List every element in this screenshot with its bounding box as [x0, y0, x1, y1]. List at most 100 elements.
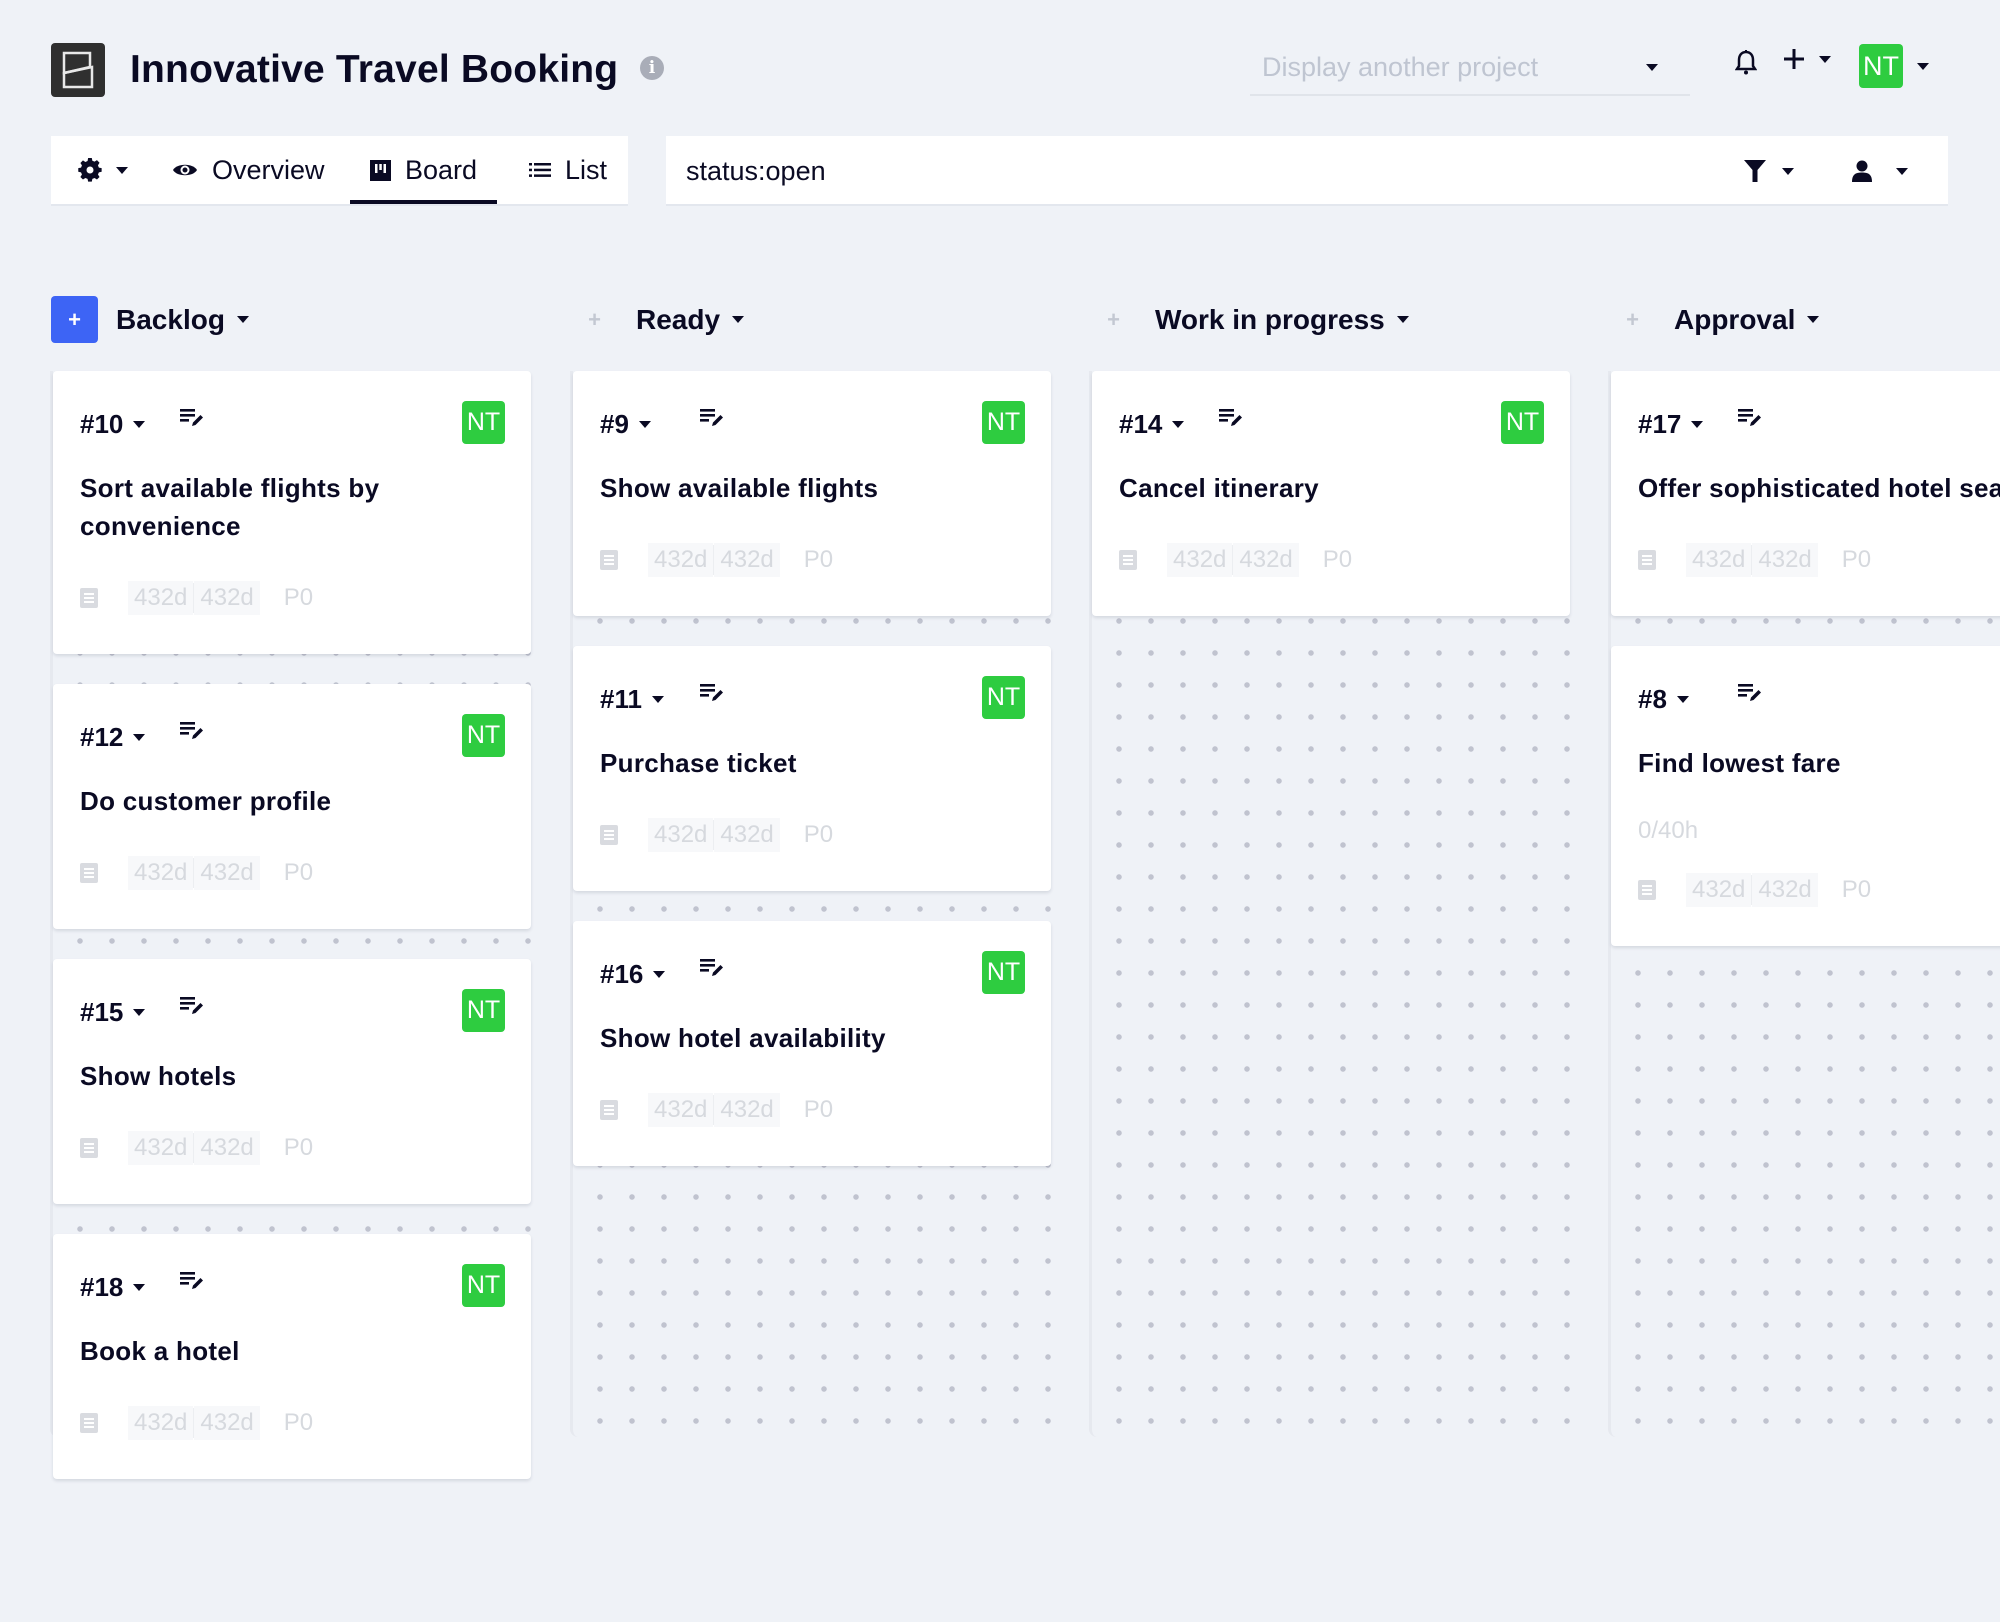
card-id: #12	[80, 722, 124, 752]
assignee-avatar[interactable]: NT	[982, 951, 1025, 994]
card-number[interactable]: #15	[80, 997, 146, 1028]
tab-board-label: Board	[405, 154, 478, 185]
story-card[interactable]: #15 NT Show hotels 432d 432d P0	[53, 959, 531, 1204]
card-number[interactable]: #8	[1638, 684, 1689, 715]
card-number[interactable]: #18	[80, 1272, 146, 1303]
tab-overview[interactable]: Overview	[172, 136, 325, 204]
edit-description-icon[interactable]	[1219, 409, 1243, 432]
project-select-placeholder: Display another project	[1262, 52, 1539, 82]
priority-label: P0	[283, 584, 314, 611]
document-icon	[80, 863, 98, 883]
app-logo[interactable]	[51, 43, 105, 97]
age-updated: 432d	[714, 543, 780, 577]
priority-label: P0	[803, 821, 834, 848]
assignee-avatar[interactable]: NT	[462, 989, 505, 1032]
edit-description-icon[interactable]	[180, 997, 204, 1020]
story-card[interactable]: #11 NT Purchase ticket 432d 432d P0	[573, 646, 1051, 891]
chevron-down-icon[interactable]	[732, 316, 745, 323]
age-updated: 432d	[194, 1406, 260, 1440]
project-select[interactable]: Display another project	[1250, 46, 1690, 96]
card-title[interactable]: Cancel itinerary	[1119, 469, 1510, 507]
story-card[interactable]: #18 NT Book a hotel 432d 432d P0	[53, 1234, 531, 1479]
tab-board[interactable]: Board	[350, 136, 498, 204]
edit-description-icon[interactable]	[180, 409, 204, 432]
age-updated: 432d	[714, 1093, 780, 1127]
tab-list[interactable]: List	[529, 136, 607, 204]
story-card[interactable]: #10 NT Sort available flights by convenien…	[53, 371, 531, 654]
card-title[interactable]: Show hotels	[80, 1057, 471, 1095]
column-title[interactable]: Work in progress	[1155, 304, 1385, 336]
card-number[interactable]: #9	[600, 409, 651, 440]
story-card[interactable]: #14 NT Cancel itinerary 432d 432d P0	[1092, 371, 1570, 616]
story-card[interactable]: #9 NT Show available flights 432d 432d P0	[573, 371, 1051, 616]
assignee-avatar[interactable]: NT	[1501, 401, 1544, 444]
notifications-button[interactable]	[1735, 50, 1757, 76]
add-card-button[interactable]: +	[1609, 296, 1656, 343]
document-icon	[600, 825, 618, 845]
card-title[interactable]: Find lowest fare	[1638, 744, 2000, 782]
user-icon	[1852, 160, 1872, 182]
card-number[interactable]: #14	[1119, 409, 1185, 440]
assignee-avatar[interactable]: NT	[462, 714, 505, 757]
tab-overview-label: Overview	[212, 154, 325, 185]
age-updated: 432d	[194, 856, 260, 890]
card-meta: 432d 432d P0	[600, 543, 833, 577]
story-card[interactable]: #12 NT Do customer profile 432d 432d P0	[53, 684, 531, 929]
edit-description-icon[interactable]	[700, 684, 724, 707]
create-button[interactable]	[1783, 48, 1831, 70]
user-menu[interactable]: NT	[1859, 44, 1929, 88]
column-title[interactable]: Backlog	[116, 304, 225, 336]
card-number[interactable]: #17	[1638, 409, 1704, 440]
card-title[interactable]: Sort available flights by convenience	[80, 469, 471, 545]
assignee-avatar[interactable]: NT	[462, 1264, 505, 1307]
age-updated: 432d	[1752, 543, 1818, 577]
card-id: #18	[80, 1272, 124, 1302]
card-number[interactable]: #10	[80, 409, 146, 440]
chevron-down-icon	[1917, 62, 1929, 70]
card-number[interactable]: #16	[600, 959, 666, 990]
card-meta: 432d 432d P0	[1638, 873, 1871, 907]
add-card-button[interactable]: +	[571, 296, 618, 343]
age-created: 432d	[648, 818, 714, 852]
chevron-down-icon	[133, 421, 146, 428]
age-updated: 432d	[194, 1131, 260, 1165]
info-icon[interactable]: i	[640, 56, 664, 80]
story-card[interactable]: #8 Find lowest fare 0/40h 432d 432d P0	[1611, 646, 2000, 946]
document-icon	[1638, 550, 1656, 570]
chevron-down-icon[interactable]	[236, 316, 249, 323]
assignee-avatar[interactable]: NT	[982, 401, 1025, 444]
card-title[interactable]: Show hotel availability	[600, 1019, 991, 1057]
settings-button[interactable]	[78, 136, 128, 204]
age-created: 432d	[128, 1131, 194, 1165]
age-created: 432d	[1686, 543, 1752, 577]
story-card[interactable]: #17 Offer sophisticated hotel search 432d4…	[1611, 371, 2000, 616]
card-title[interactable]: Book a hotel	[80, 1332, 471, 1370]
edit-description-icon[interactable]	[700, 959, 724, 982]
search-input[interactable]: status:open	[666, 136, 1948, 204]
priority-label: P0	[803, 1096, 834, 1123]
edit-description-icon[interactable]	[1738, 684, 1762, 707]
add-card-button[interactable]: +	[1090, 296, 1137, 343]
assignee-avatar[interactable]: NT	[462, 401, 505, 444]
chevron-down-icon[interactable]	[1396, 316, 1409, 323]
column-title[interactable]: Approval	[1674, 304, 1795, 336]
card-number[interactable]: #11	[600, 684, 664, 715]
eye-icon	[173, 164, 197, 176]
edit-description-icon[interactable]	[180, 722, 204, 745]
edit-description-icon[interactable]	[1738, 409, 1762, 432]
age-created: 432d	[1686, 873, 1752, 907]
assignee-filter-button[interactable]	[1852, 160, 1908, 182]
edit-description-icon[interactable]	[180, 1272, 204, 1295]
card-title[interactable]: Do customer profile	[80, 782, 471, 820]
card-title[interactable]: Purchase ticket	[600, 744, 991, 782]
chevron-down-icon[interactable]	[1807, 316, 1820, 323]
filter-button[interactable]	[1744, 160, 1794, 182]
card-number[interactable]: #12	[80, 722, 146, 753]
card-title[interactable]: Offer sophisticated hotel search	[1638, 469, 2000, 507]
card-title[interactable]: Show available flights	[600, 469, 991, 507]
column-title[interactable]: Ready	[636, 304, 720, 336]
edit-description-icon[interactable]	[700, 409, 724, 432]
story-card[interactable]: #16 NT Show hotel availability 432d 432d P0	[573, 921, 1051, 1166]
assignee-avatar[interactable]: NT	[982, 676, 1025, 719]
add-card-button[interactable]: +	[51, 296, 98, 343]
